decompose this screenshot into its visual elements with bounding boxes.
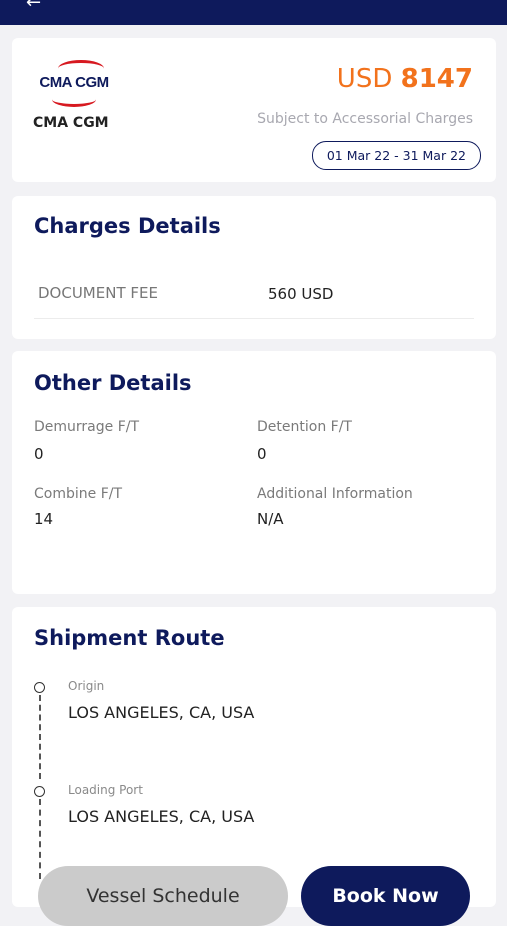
route-stop-icon — [34, 682, 45, 693]
demurrage-label: Demurrage F/T — [34, 419, 140, 435]
loading-port-value: LOS ANGELES, CA, USA — [68, 807, 255, 826]
combine-value: 14 — [34, 510, 54, 528]
other-details-card: Other Details Demurrage F/T 0 Detention … — [12, 351, 496, 594]
vessel-schedule-button[interactable]: Vessel Schedule — [38, 866, 288, 926]
demurrage-value: 0 — [34, 445, 44, 463]
shipment-route-card: Shipment Route Origin LOS ANGELES, CA, U… — [12, 607, 496, 907]
origin-label: Origin — [68, 679, 105, 693]
divider — [34, 318, 474, 319]
combine-label: Combine F/T — [34, 486, 123, 502]
carrier-logo: CMA CGM — [32, 56, 116, 112]
route-line — [39, 695, 41, 779]
logo-swoosh-bottom — [52, 92, 96, 107]
route-stop-icon — [34, 786, 45, 797]
charges-card: Charges Details DOCUMENT FEE 560 USD — [12, 196, 496, 339]
charge-value: 560 USD — [268, 285, 334, 303]
additional-info-label: Additional Information — [257, 486, 413, 502]
top-bar: ← — [0, 0, 507, 25]
shipment-route-title: Shipment Route — [34, 626, 225, 650]
rate-price: USD 8147 — [337, 64, 473, 94]
loading-port-label: Loading Port — [68, 783, 143, 797]
validity-badge: 01 Mar 22 - 31 Mar 22 — [311, 141, 481, 170]
rate-summary-card: CMA CGM CMA CGM USD 8147 Subject to Acce… — [12, 38, 496, 182]
detention-label: Detention F/T — [257, 419, 352, 435]
other-details-title: Other Details — [34, 371, 192, 395]
logo-text: CMA CGM — [39, 74, 109, 91]
book-now-button[interactable]: Book Now — [301, 866, 470, 926]
rate-amount: 8147 — [400, 64, 473, 94]
detention-value: 0 — [257, 445, 267, 463]
carrier-name: CMA CGM — [33, 115, 109, 131]
rate-currency: USD — [336, 64, 393, 94]
back-arrow-icon[interactable]: ← — [26, 0, 41, 13]
accessorial-note: Subject to Accessorial Charges — [257, 111, 473, 127]
route-line — [39, 799, 41, 879]
origin-value: LOS ANGELES, CA, USA — [68, 703, 255, 722]
charges-title: Charges Details — [34, 214, 221, 238]
additional-info-value: N/A — [257, 510, 284, 528]
charge-label: DOCUMENT FEE — [38, 284, 158, 302]
